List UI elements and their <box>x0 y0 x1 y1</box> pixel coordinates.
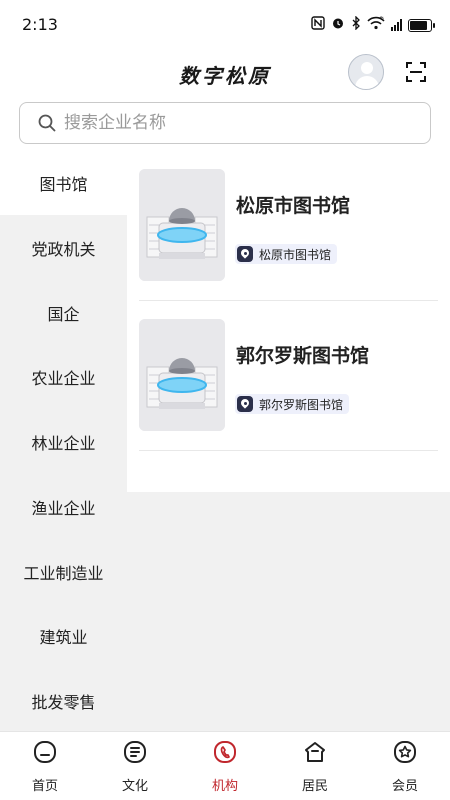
tab-home[interactable]: 首页 <box>0 732 90 800</box>
sidebar-item-forestry[interactable]: 林业企业 <box>0 410 127 474</box>
network-type-label: 6 <box>380 16 384 22</box>
institution-tag: 郭尔罗斯图书馆 <box>235 394 350 414</box>
tab-member[interactable]: 会员 <box>360 732 450 800</box>
tab-label: 居民 <box>301 779 328 794</box>
institution-title: 松原市图书馆 <box>236 195 351 217</box>
battery-level <box>410 20 427 30</box>
library-building-image <box>139 319 225 431</box>
list-item[interactable]: 松原市图书馆 松原市图书馆 <box>139 151 438 301</box>
search-input[interactable] <box>64 113 394 133</box>
institution-list: 松原市图书馆 松原市图书馆 郭尔罗斯图书馆 郭尔罗斯图书馆 <box>127 151 450 492</box>
sidebar-item-agriculture[interactable]: 农业企业 <box>0 345 127 409</box>
signal-icon <box>391 19 402 31</box>
sidebar-item-construction[interactable]: 建筑业 <box>0 604 127 668</box>
sidebar-item-manufacturing[interactable]: 工业制造业 <box>0 540 127 604</box>
status-bar: 2:13 6 <box>0 0 450 50</box>
sidebar-item-wholesale-retail[interactable]: 批发零售 <box>0 669 127 733</box>
home-icon <box>33 740 57 764</box>
tag-label: 松原市图书馆 <box>259 247 332 262</box>
status-time: 2:13 <box>22 15 58 34</box>
sidebar-item-library[interactable]: 图书馆 <box>0 151 127 215</box>
search-bar[interactable] <box>19 102 431 144</box>
header: 数字松原 <box>0 50 450 96</box>
alarm-icon <box>331 16 345 34</box>
tab-label: 机构 <box>211 779 238 794</box>
member-icon <box>393 740 417 764</box>
search-icon <box>38 114 56 132</box>
library-building-image <box>139 169 225 281</box>
nfc-icon <box>311 16 325 34</box>
resident-icon <box>303 740 327 764</box>
status-icons: 6 <box>311 15 435 34</box>
tab-resident[interactable]: 居民 <box>270 732 360 800</box>
category-sidebar: 图书馆 党政机关 国企 农业企业 林业企业 渔业企业 工业制造业 建筑业 批发零… <box>0 151 127 731</box>
location-pin-icon <box>237 396 253 412</box>
sidebar-item-state-owned[interactable]: 国企 <box>0 281 127 345</box>
tab-culture[interactable]: 文化 <box>90 732 180 800</box>
avatar-icon[interactable] <box>348 54 384 90</box>
tab-label: 会员 <box>391 779 418 794</box>
bottom-tab-bar: 首页 文化 机构 居民 会员 <box>0 731 450 800</box>
bluetooth-icon <box>351 15 361 34</box>
tab-label: 首页 <box>31 779 58 794</box>
scan-icon[interactable] <box>404 60 428 84</box>
institution-tag: 松原市图书馆 <box>235 244 338 264</box>
wifi-icon: 6 <box>367 15 385 34</box>
tag-label: 郭尔罗斯图书馆 <box>259 397 344 412</box>
sidebar-item-fishery[interactable]: 渔业企业 <box>0 475 127 539</box>
battery-icon <box>408 18 435 32</box>
culture-icon <box>123 740 147 764</box>
sidebar-item-government[interactable]: 党政机关 <box>0 216 127 280</box>
institution-title: 郭尔罗斯图书馆 <box>236 345 370 367</box>
location-pin-icon <box>237 246 253 262</box>
tab-label: 文化 <box>121 779 148 794</box>
institution-icon <box>213 740 237 764</box>
list-item[interactable]: 郭尔罗斯图书馆 郭尔罗斯图书馆 <box>139 301 438 451</box>
tab-institution[interactable]: 机构 <box>180 732 270 800</box>
